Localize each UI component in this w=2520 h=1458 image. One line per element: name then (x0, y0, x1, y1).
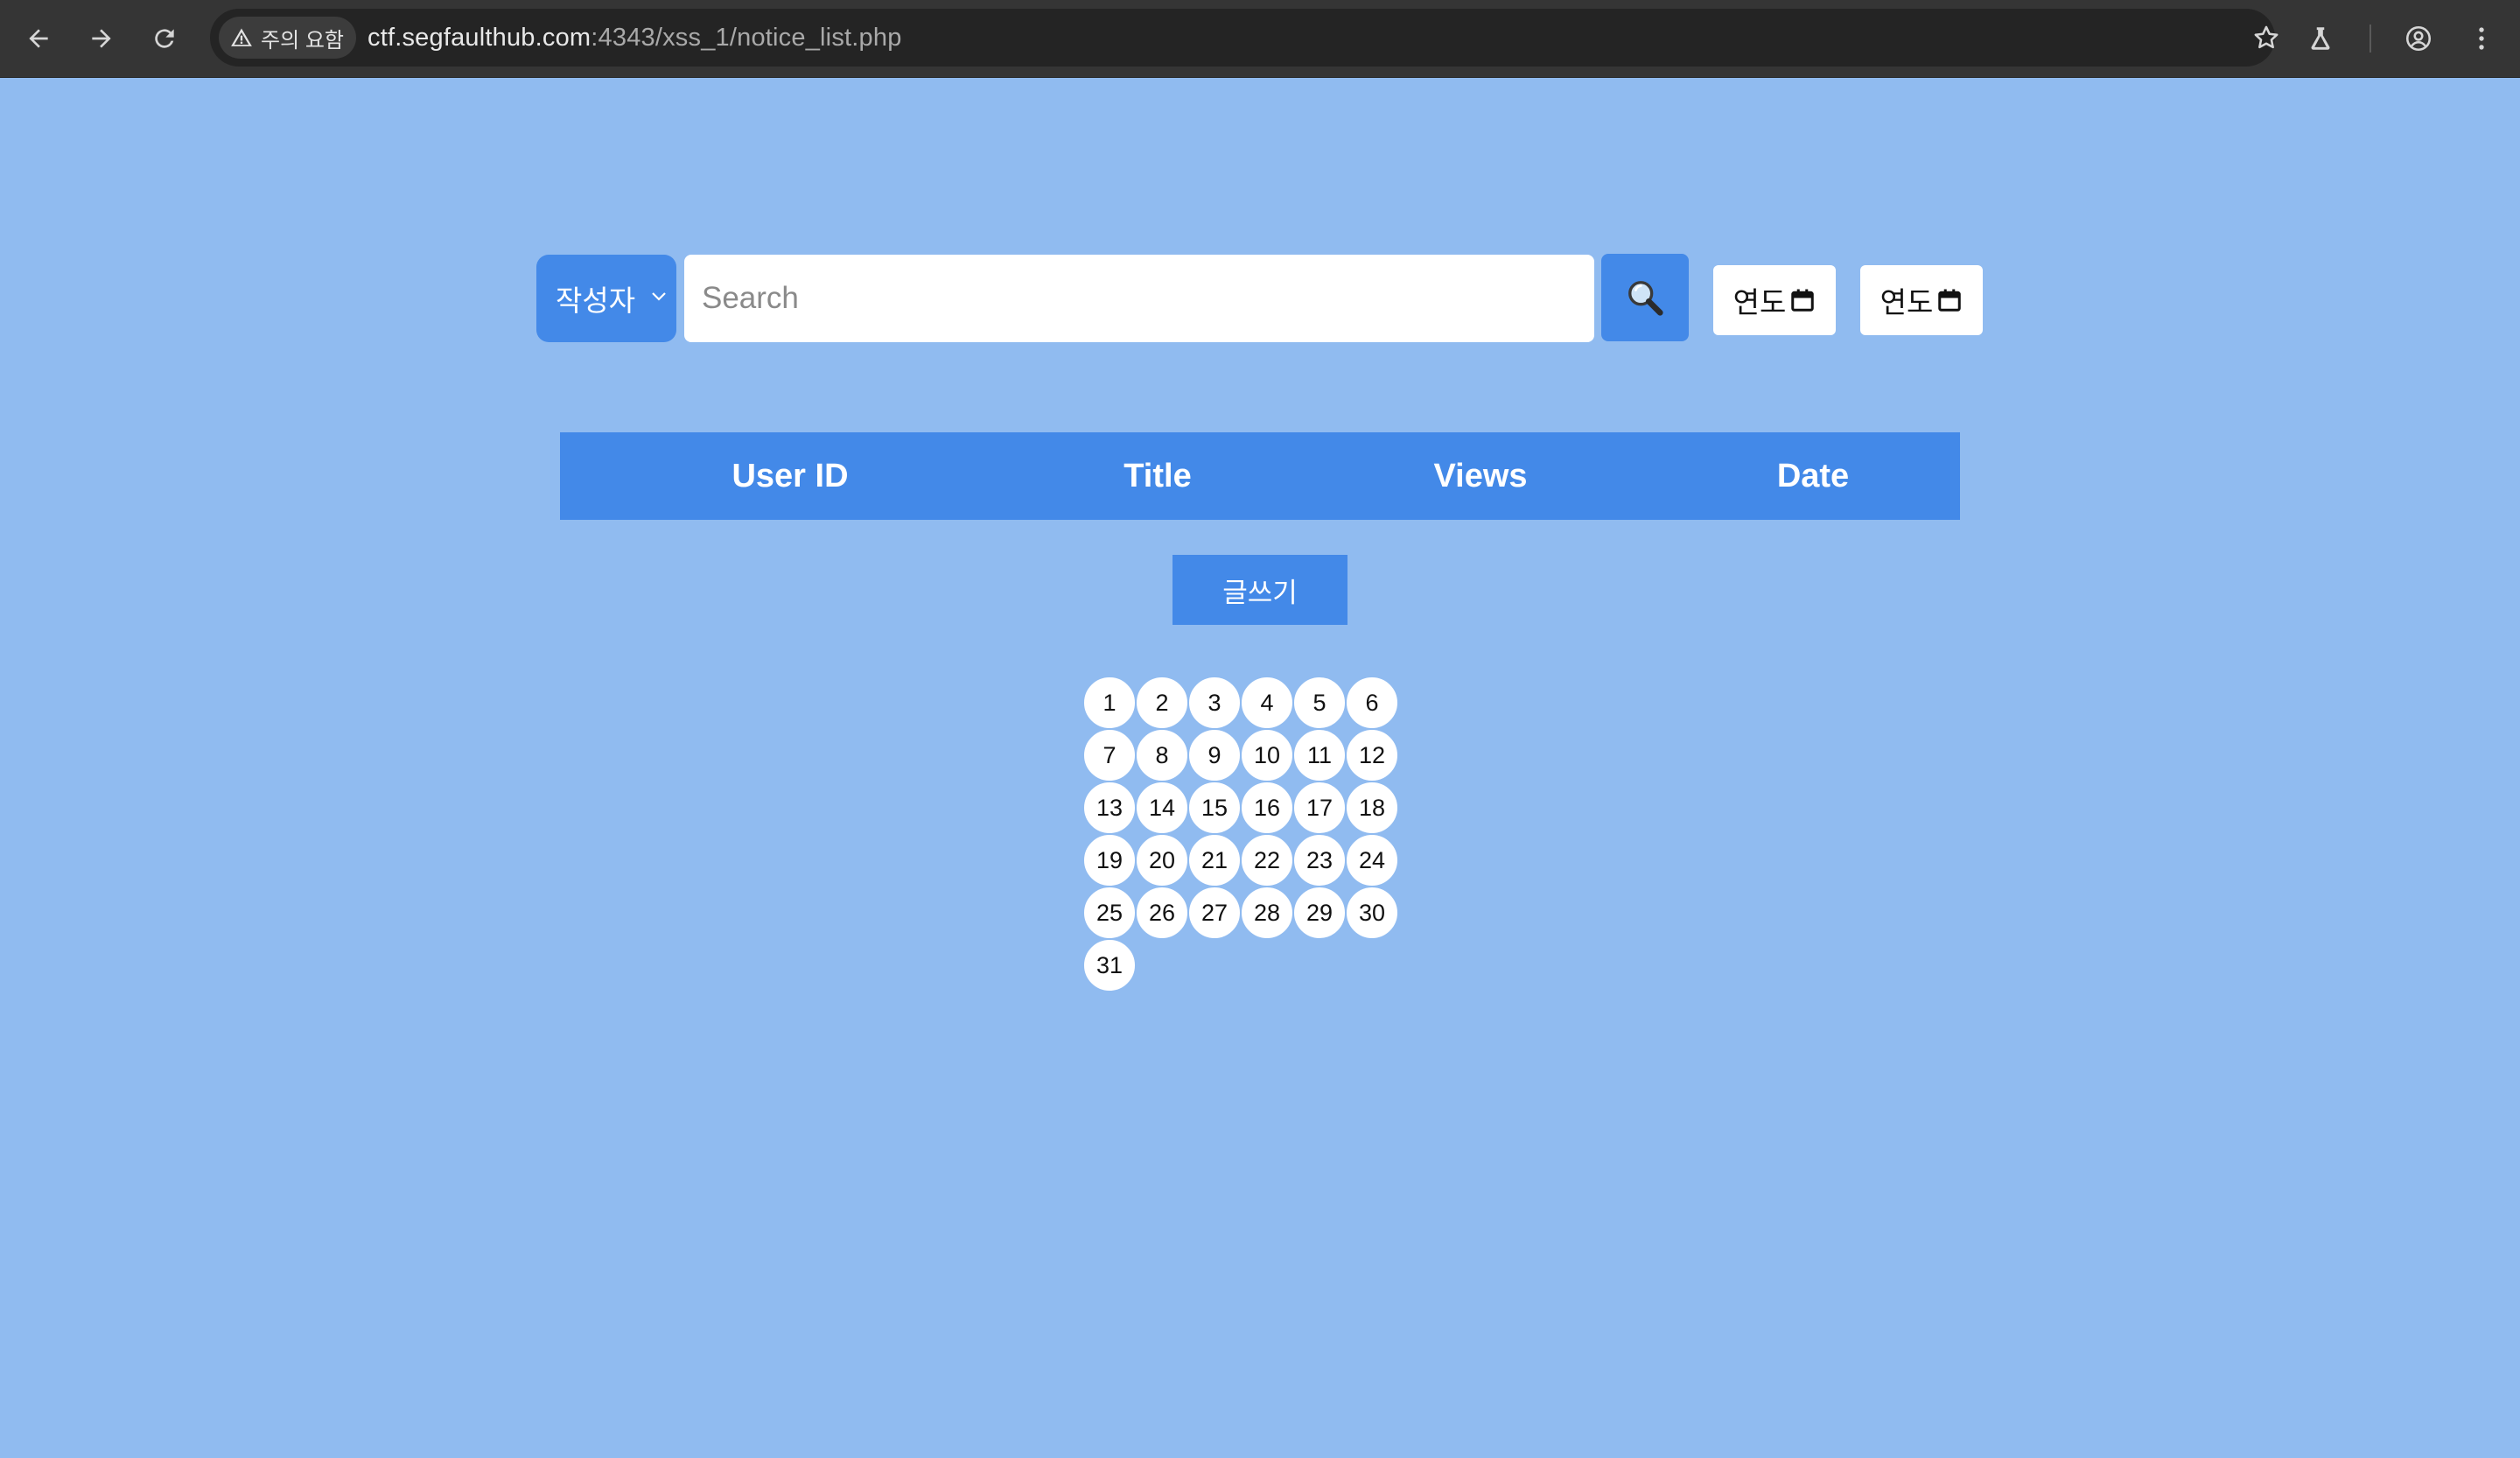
day-button[interactable]: 26 (1136, 887, 1188, 939)
day-button[interactable]: 16 (1241, 782, 1293, 834)
column-header-user-id: User ID (732, 458, 849, 494)
toolbar-divider (2370, 25, 2371, 53)
bookmark-star-button[interactable] (2247, 18, 2286, 57)
day-button[interactable]: 27 (1188, 887, 1241, 939)
day-button[interactable]: 14 (1136, 782, 1188, 834)
security-warning-label: 주의 요함 (261, 28, 344, 53)
magnifier-icon (1628, 281, 1663, 316)
day-button[interactable]: 31 (1083, 939, 1136, 992)
flask-icon (2311, 27, 2330, 50)
labs-button[interactable] (2301, 19, 2340, 58)
day-button[interactable]: 28 (1241, 887, 1293, 939)
address-bar[interactable]: 주의 요함 ctf.segfaulthub.com:4343/xss_1/not… (210, 9, 2278, 67)
kebab-menu-icon (2479, 27, 2484, 50)
day-button[interactable]: 29 (1293, 887, 1346, 939)
day-button[interactable]: 15 (1188, 782, 1241, 834)
day-button[interactable]: 21 (1188, 834, 1241, 887)
account-circle-icon (2405, 25, 2432, 52)
day-button[interactable]: 2 (1136, 676, 1188, 729)
search-button[interactable] (1601, 254, 1689, 341)
day-button[interactable]: 4 (1241, 676, 1293, 729)
day-button[interactable]: 11 (1293, 729, 1346, 782)
reload-button[interactable] (145, 19, 184, 58)
day-button[interactable]: 30 (1346, 887, 1398, 939)
start-year-label: 연도 (1732, 286, 1787, 319)
day-button[interactable]: 18 (1346, 782, 1398, 834)
day-button[interactable]: 6 (1346, 676, 1398, 729)
search-field-select[interactable]: 작성자 (536, 255, 676, 342)
day-button[interactable]: 17 (1293, 782, 1346, 834)
day-button[interactable]: 10 (1241, 729, 1293, 782)
menu-button[interactable] (2462, 19, 2501, 58)
chevron-down-icon (652, 292, 666, 301)
page-content: 작성자 연도 연도 User ID Title Views Date 글쓰기 1… (0, 78, 2520, 1458)
search-field-selected-label: 작성자 (556, 284, 636, 317)
calendar-icon (1938, 289, 1962, 312)
url-path: :4343/xss_1/notice_list.php (591, 24, 902, 52)
security-warning-chip[interactable]: 주의 요함 (219, 17, 356, 59)
arrow-right-icon (92, 29, 111, 48)
reload-icon (155, 29, 174, 48)
search-input[interactable] (684, 255, 1594, 342)
day-button[interactable]: 7 (1083, 729, 1136, 782)
day-button[interactable]: 22 (1241, 834, 1293, 887)
column-header-date: Date (1776, 458, 1850, 494)
url-text[interactable]: ctf.segfaulthub.com:4343/xss_1/notice_li… (368, 9, 902, 67)
arrow-left-icon (29, 29, 48, 48)
profile-button[interactable] (2399, 19, 2438, 58)
day-selector-grid: 1 2 3 4 5 6 7 8 9 10 11 12 13 14 15 16 17 18 19 20 21 22 23 24 2… (1083, 676, 1404, 992)
day-button[interactable]: 3 (1188, 676, 1241, 729)
forward-button[interactable] (82, 19, 121, 58)
end-year-label: 연도 (1880, 286, 1934, 319)
day-button[interactable]: 20 (1136, 834, 1188, 887)
day-button[interactable]: 5 (1293, 676, 1346, 729)
warning-triangle-icon (231, 28, 252, 46)
day-button[interactable]: 25 (1083, 887, 1136, 939)
day-button[interactable]: 13 (1083, 782, 1136, 834)
url-host: ctf.segfaulthub.com (368, 24, 592, 52)
day-button[interactable]: 1 (1083, 676, 1136, 729)
day-button[interactable]: 8 (1136, 729, 1188, 782)
day-button[interactable]: 12 (1346, 729, 1398, 782)
start-year-picker[interactable]: 연도 (1713, 265, 1836, 335)
write-post-button[interactable]: 글쓰기 (1172, 555, 1348, 625)
day-button[interactable]: 23 (1293, 834, 1346, 887)
day-button[interactable]: 19 (1083, 834, 1136, 887)
day-button[interactable]: 9 (1188, 729, 1241, 782)
back-button[interactable] (19, 19, 58, 58)
column-header-title: Title (1124, 458, 1192, 494)
column-header-views: Views (1433, 458, 1528, 494)
browser-toolbar: 주의 요함 ctf.segfaulthub.com:4343/xss_1/not… (0, 0, 2520, 78)
day-button[interactable]: 24 (1346, 834, 1398, 887)
end-year-picker[interactable]: 연도 (1860, 265, 1983, 335)
star-icon (2254, 25, 2278, 49)
notice-table-header: User ID Title Views Date (560, 432, 1960, 520)
calendar-icon (1791, 289, 1815, 312)
